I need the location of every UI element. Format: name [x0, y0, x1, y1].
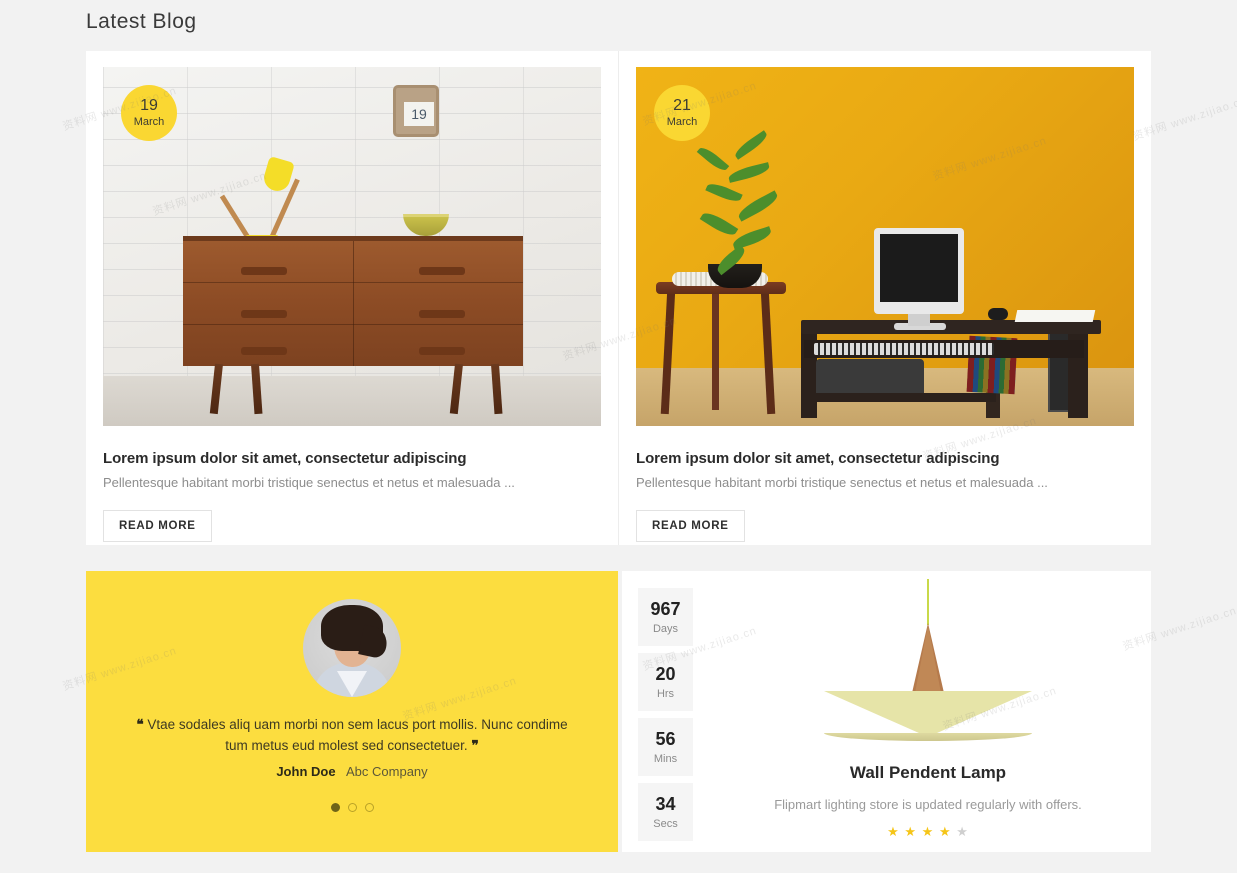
countdown-minutes: 56 Mins — [638, 718, 693, 776]
drawer-handle — [419, 310, 465, 318]
countdown-hours-label: Hrs — [656, 687, 675, 700]
deal-of-the-day-panel: 967 Days 20 Hrs 56 Mins 34 Secs Wall Pen… — [622, 571, 1151, 852]
latest-blog-card-strip: 19 19 March Lorem ipsum dolor sit amet, … — [86, 51, 1151, 545]
post-date-badge: 21 March — [654, 85, 710, 141]
lamp-cord — [927, 579, 929, 625]
author-name: John Doe — [276, 764, 336, 779]
testimonial-quote: ❝ Vtae sodales aliq uam morbi non sem la… — [132, 715, 572, 757]
sideboard-divider — [353, 241, 354, 366]
post-title[interactable]: Lorem ipsum dolor sit amet, consectetur … — [636, 450, 1133, 467]
blog-post-image: 19 19 March — [103, 67, 601, 426]
post-date-day: 19 — [140, 97, 158, 114]
avatar-hair — [321, 605, 383, 651]
post-excerpt: Pellentesque habitant morbi tristique se… — [103, 475, 515, 490]
quote-open-icon: ❝ — [136, 717, 144, 732]
deal-product: Wall Pendent Lamp Flipmart lighting stor… — [717, 579, 1139, 840]
author-company: Abc Company — [346, 764, 428, 779]
drawer-handle — [241, 310, 287, 318]
desk-shelf — [806, 393, 996, 402]
floor — [103, 376, 601, 426]
monitor-screen — [880, 234, 958, 302]
keyboard — [814, 343, 994, 355]
computer-mouse — [988, 308, 1008, 320]
countdown-seconds: 34 Secs — [638, 783, 693, 841]
drawer-handle — [419, 347, 465, 355]
blog-post-card: 19 19 March Lorem ipsum dolor sit amet, … — [86, 51, 618, 545]
lamp-shade-rim — [824, 733, 1032, 741]
monitor-stand — [908, 312, 930, 326]
countdown-timer: 967 Days 20 Hrs 56 Mins 34 Secs — [638, 588, 693, 841]
desk-top — [801, 320, 1101, 334]
paper-stack — [1014, 310, 1096, 322]
product-description: Flipmart lighting store is updated regul… — [774, 797, 1082, 812]
testimonial-author: John Doe Abc Company — [86, 763, 618, 781]
star-icon-4: ★ — [938, 824, 952, 839]
blog-post-card: 21 March Lorem ipsum dolor sit amet, con… — [618, 51, 1150, 545]
post-date-month: March — [133, 116, 165, 128]
countdown-minutes-value: 56 — [655, 728, 676, 749]
post-title[interactable]: Lorem ipsum dolor sit amet, consectetur … — [103, 450, 601, 467]
drawer-handle — [241, 267, 287, 275]
testimonial-panel: ❝ Vtae sodales aliq uam morbi non sem la… — [86, 571, 618, 852]
countdown-seconds-label: Secs — [653, 817, 678, 830]
countdown-minutes-label: Mins — [653, 752, 678, 765]
countdown-hours-value: 20 — [655, 663, 676, 684]
avatar — [303, 599, 401, 697]
read-more-button[interactable]: READ MORE — [636, 510, 745, 542]
countdown-hours: 20 Hrs — [638, 653, 693, 711]
post-excerpt: Pellentesque habitant morbi tristique se… — [636, 475, 1048, 490]
countdown-days: 967 Days — [638, 588, 693, 646]
countdown-days-value: 967 — [650, 598, 681, 619]
countdown-days-label: Days — [652, 622, 679, 635]
sideboard — [183, 236, 523, 366]
monitor — [874, 228, 964, 314]
rating-stars: ★ ★ ★ ★ ★ — [717, 824, 1139, 840]
printer — [816, 359, 924, 393]
carousel-dot-1[interactable] — [330, 803, 340, 812]
post-date-day: 21 — [673, 97, 691, 114]
drawer-handle — [419, 267, 465, 275]
carousel-dot-3[interactable] — [364, 803, 374, 812]
star-icon-5: ★ — [956, 824, 969, 839]
star-icon-1: ★ — [887, 824, 900, 839]
post-date-badge: 19 March — [121, 85, 177, 141]
testimonial-quote-text: Vtae sodales aliq uam morbi non sem lacu… — [147, 717, 568, 753]
side-table-leg — [712, 292, 719, 410]
blog-post-image: 21 March — [636, 67, 1134, 426]
countdown-seconds-value: 34 — [655, 793, 676, 814]
post-date-month: March — [666, 116, 698, 128]
page-title: Latest Blog — [86, 10, 197, 33]
product-name[interactable]: Wall Pendent Lamp — [717, 763, 1139, 783]
lamp-shade — [824, 691, 1032, 737]
product-image[interactable] — [717, 579, 1139, 751]
star-icon-2: ★ — [904, 824, 918, 839]
read-more-button[interactable]: READ MORE — [103, 510, 212, 542]
carousel-dot-2[interactable] — [347, 803, 357, 812]
carousel-dots[interactable] — [86, 803, 618, 812]
quote-close-icon: ❞ — [471, 737, 479, 753]
lamp-wood-cone — [915, 625, 941, 693]
wall-calendar-icon: 19 — [393, 85, 439, 137]
drawer-handle — [241, 347, 287, 355]
wall-calendar-number: 19 — [404, 102, 434, 126]
star-icon-3: ★ — [921, 824, 935, 839]
